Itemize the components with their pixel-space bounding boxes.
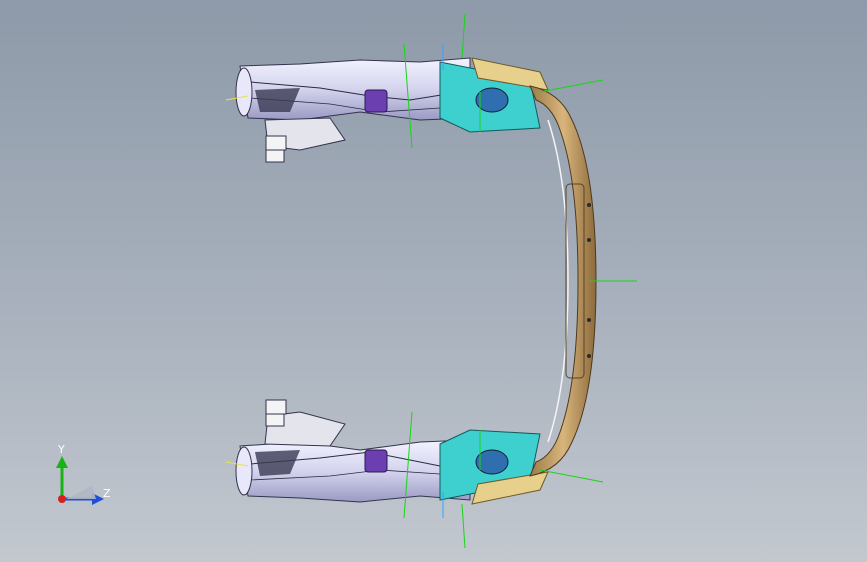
cad-graphics-viewport[interactable]: Y Z (0, 0, 867, 562)
lower-front-bracket[interactable] (439, 429, 549, 505)
coordinate-triad: Y Z (56, 443, 111, 505)
lower-purple-mount[interactable] (364, 449, 388, 473)
triad-x-axis-dot (58, 495, 66, 503)
front-frame-assembly-model[interactable]: Y Z (0, 0, 867, 562)
triad-z-label: Z (103, 487, 111, 500)
triad-y-label: Y (57, 443, 65, 456)
upper-front-bracket[interactable] (439, 57, 549, 133)
front-bumper-beam[interactable] (529, 85, 597, 477)
upper-purple-mount[interactable] (364, 89, 388, 113)
upper-side-rail[interactable] (235, 57, 471, 163)
lower-side-rail[interactable] (235, 399, 471, 503)
